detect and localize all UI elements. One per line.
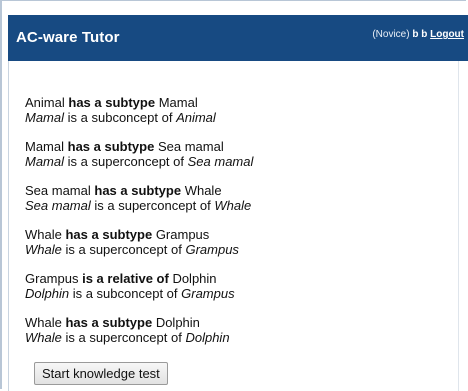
concept: Grampus bbox=[181, 286, 235, 301]
relation: is a subconcept of bbox=[72, 286, 178, 301]
inverse-line: Mamal is a subconcept of Animal bbox=[25, 110, 445, 125]
user-name: b b bbox=[412, 29, 428, 40]
inverse-line: Whale is a superconcept of Grampus bbox=[25, 242, 445, 257]
concept: Sea mamal bbox=[157, 139, 224, 154]
concept: Dolphin bbox=[25, 286, 70, 301]
relation: has a subtype bbox=[67, 139, 155, 154]
statement-item: Grampus is a relative of Dolphin Dolphin… bbox=[25, 271, 445, 301]
concept: Whale bbox=[184, 183, 222, 198]
concept: Whale bbox=[25, 315, 62, 330]
start-knowledge-test-button[interactable]: Start knowledge test bbox=[34, 362, 168, 385]
relation-line: Animal has a subtype Mamal bbox=[25, 95, 445, 110]
relation: has a subtype bbox=[65, 227, 153, 242]
concept: Mamal bbox=[158, 95, 198, 110]
relation: is a subconcept of bbox=[67, 110, 173, 125]
concept: Mamal bbox=[25, 139, 65, 154]
concept: Sea mamal bbox=[25, 183, 91, 198]
concept: Grampus bbox=[155, 227, 210, 242]
concept: Mamal bbox=[25, 154, 65, 169]
relation-line: Whale has a subtype Dolphin bbox=[25, 315, 445, 330]
concept: Mamal bbox=[25, 110, 65, 125]
concept: Grampus bbox=[185, 242, 239, 257]
app-header: AC-ware Tutor (Novice) b b Logout bbox=[8, 15, 468, 61]
concept: Whale bbox=[25, 242, 62, 257]
statement-list: Animal has a subtype Mamal Mamal is a su… bbox=[25, 95, 445, 359]
statement-item: Animal has a subtype Mamal Mamal is a su… bbox=[25, 95, 445, 125]
relation: is a superconcept of bbox=[67, 154, 184, 169]
app-title: AC-ware Tutor bbox=[16, 29, 120, 46]
relation-line: Grampus is a relative of Dolphin bbox=[25, 271, 445, 286]
user-level: (Novice) bbox=[372, 29, 410, 40]
concept: Whale bbox=[214, 198, 252, 213]
relation: has a subtype bbox=[65, 315, 153, 330]
relation: is a superconcept of bbox=[94, 198, 211, 213]
concept: Whale bbox=[25, 227, 62, 242]
relation: is a relative of bbox=[82, 271, 169, 286]
relation: is a superconcept of bbox=[65, 330, 182, 345]
inverse-line: Whale is a superconcept of Dolphin bbox=[25, 330, 445, 345]
concept: Dolphin bbox=[155, 315, 200, 330]
concept: Sea mamal bbox=[187, 154, 254, 169]
concept: Animal bbox=[176, 110, 216, 125]
relation: has a subtype bbox=[68, 95, 156, 110]
concept: Whale bbox=[25, 330, 62, 345]
concept: Sea mamal bbox=[25, 198, 91, 213]
relation-line: Mamal has a subtype Sea mamal bbox=[25, 139, 445, 154]
inverse-line: Dolphin is a subconcept of Grampus bbox=[25, 286, 445, 301]
concept: Dolphin bbox=[172, 271, 217, 286]
relation-line: Sea mamal has a subtype Whale bbox=[25, 183, 445, 198]
statement-item: Sea mamal has a subtype Whale Sea mamal … bbox=[25, 183, 445, 213]
user-info: (Novice) b b Logout bbox=[372, 29, 464, 40]
statement-item: Whale has a subtype Grampus Whale is a s… bbox=[25, 227, 445, 257]
divider bbox=[458, 61, 459, 391]
inverse-line: Sea mamal is a superconcept of Whale bbox=[25, 198, 445, 213]
inverse-line: Mamal is a superconcept of Sea mamal bbox=[25, 154, 445, 169]
relation: is a superconcept of bbox=[65, 242, 182, 257]
concept: Grampus bbox=[25, 271, 79, 286]
statement-item: Whale has a subtype Dolphin Whale is a s… bbox=[25, 315, 445, 345]
statement-item: Mamal has a subtype Sea mamal Mamal is a… bbox=[25, 139, 445, 169]
logout-link[interactable]: Logout bbox=[430, 29, 464, 40]
concept: Dolphin bbox=[185, 330, 230, 345]
concept: Animal bbox=[25, 95, 65, 110]
relation: has a subtype bbox=[94, 183, 182, 198]
relation-line: Whale has a subtype Grampus bbox=[25, 227, 445, 242]
